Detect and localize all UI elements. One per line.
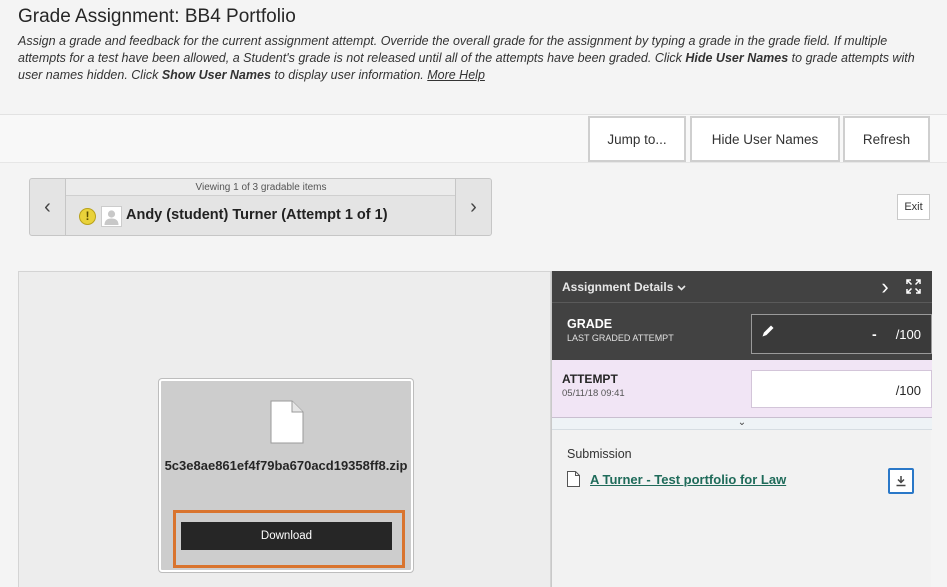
student-navigator-center: Viewing 1 of 3 gradable items ! Andy (st… [66, 179, 456, 235]
page-instructions: Assign a grade and feedback for the curr… [18, 33, 936, 84]
details-header: Assignment Details › [552, 271, 932, 302]
file-icon [567, 471, 580, 492]
file-icon [270, 400, 304, 449]
instructions-text-3: to display user information. [270, 68, 428, 82]
submission-file-link[interactable]: A Turner - Test portfolio for Law [590, 472, 786, 487]
grade-out-of: /100 [895, 327, 921, 342]
student-navigator: ‹ Viewing 1 of 3 gradable items ! Andy (… [29, 178, 492, 236]
instructions-bold-hide: Hide User Names [685, 51, 789, 65]
page-header: Grade Assignment: BB4 Portfolio Assign a… [0, 0, 947, 115]
attempt-date: 05/11/18 09:41 [562, 388, 625, 399]
collapse-glyph: › [881, 273, 889, 299]
submission-viewer: 5c3e8ae861ef4f79ba670acd19358ff8.zip Dow… [18, 271, 551, 587]
grade-sublabel: LAST GRADED ATTEMPT [567, 333, 674, 343]
attempt-expand-chevron-icon[interactable]: ⌄ [552, 418, 932, 430]
action-toolbar: Jump to... Hide User Names Refresh [0, 115, 947, 163]
pencil-icon [760, 323, 776, 344]
assignment-details-toggle[interactable]: Assignment Details [562, 280, 686, 294]
avatar-icon [101, 206, 122, 227]
student-name: Andy (student) Turner (Attempt 1 of 1) [126, 207, 388, 223]
viewing-count: Viewing 1 of 3 gradable items [66, 179, 456, 196]
attempt-label: ATTEMPT [562, 372, 618, 386]
chevron-left-icon: ‹ [44, 196, 51, 218]
grade-field[interactable]: - /100 [751, 314, 932, 354]
attempt-out-of: /100 [895, 383, 921, 398]
exit-button[interactable]: Exit [897, 194, 930, 220]
jump-to-button[interactable]: Jump to... [588, 116, 686, 162]
file-name: 5c3e8ae861ef4f79ba670acd19358ff8.zip [164, 458, 408, 473]
more-help-link[interactable]: More Help [427, 68, 485, 82]
download-button[interactable]: Download [181, 522, 392, 550]
refresh-button[interactable]: Refresh [843, 116, 930, 162]
grade-row: GRADE LAST GRADED ATTEMPT - /100 [552, 302, 932, 360]
grade-value: - [872, 326, 877, 342]
chevron-right-icon: › [470, 196, 477, 218]
submission-label: Submission [567, 447, 632, 461]
next-student-button[interactable]: › [455, 179, 491, 235]
expand-icon[interactable] [902, 271, 924, 302]
file-preview-card: 5c3e8ae861ef4f79ba670acd19358ff8.zip Dow… [159, 379, 413, 572]
attempt-row: ATTEMPT 05/11/18 09:41 /100 [552, 360, 932, 418]
download-icon[interactable] [888, 468, 914, 494]
assignment-details-title: Assignment Details [562, 280, 674, 294]
assignment-details-panel: Assignment Details › GRADE LAST GRADED A… [551, 271, 932, 587]
attempt-grade-input[interactable]: /100 [751, 370, 932, 408]
previous-student-button[interactable]: ‹ [30, 179, 66, 235]
instructions-bold-show: Show User Names [161, 68, 271, 82]
chevron-down-icon [677, 280, 686, 294]
hide-user-names-button[interactable]: Hide User Names [690, 116, 840, 162]
page-title: Grade Assignment: BB4 Portfolio [18, 6, 296, 27]
collapse-panel-icon[interactable]: › [874, 271, 896, 302]
grade-label: GRADE [567, 317, 613, 331]
warning-icon: ! [79, 208, 96, 225]
